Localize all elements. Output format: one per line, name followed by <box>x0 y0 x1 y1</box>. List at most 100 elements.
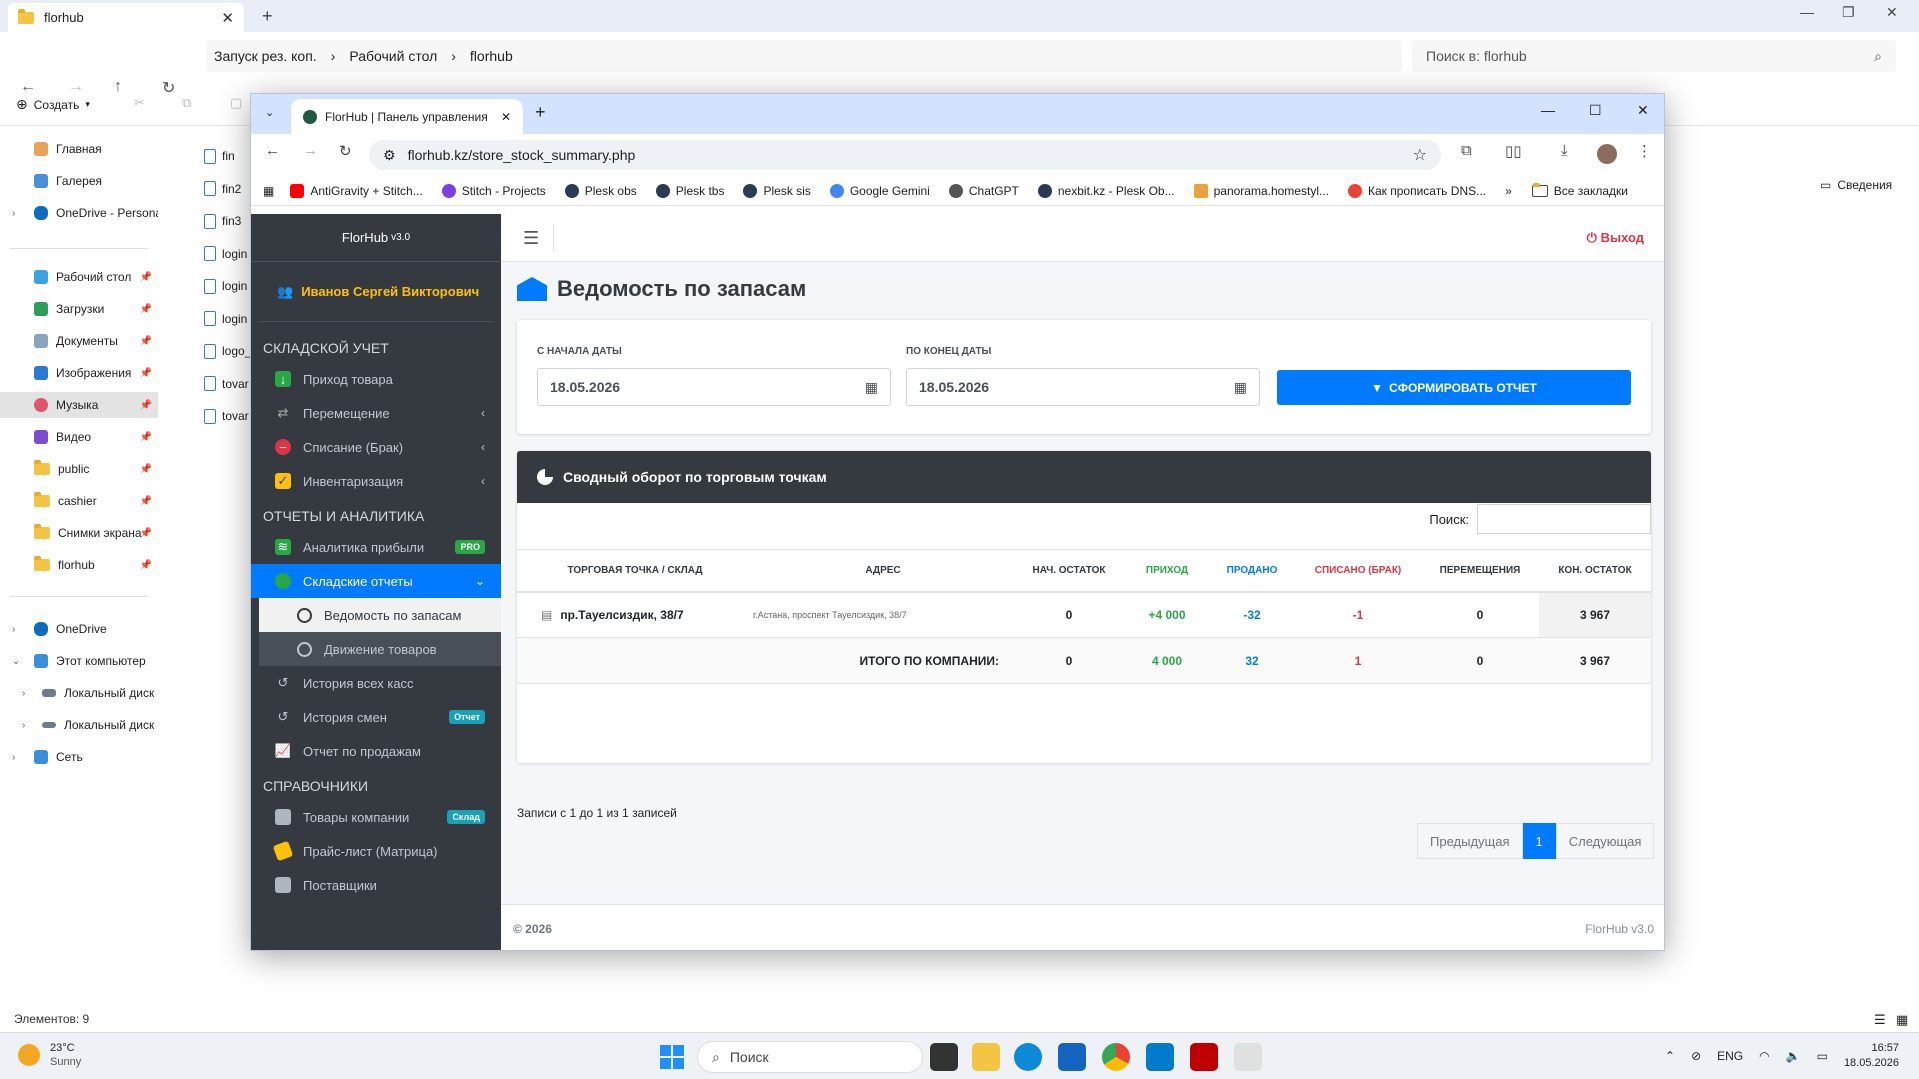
nav-item-writeoff[interactable]: − Списание (Брак) ‹ <box>251 430 501 464</box>
chevron-up-icon[interactable]: ⌃ <box>1665 1049 1675 1063</box>
sidebar-item-onedrive[interactable]: › OneDrive <box>0 616 158 642</box>
nav-item-cash-history[interactable]: ↺ История всех касс <box>251 666 501 700</box>
sidebar-item-home[interactable]: Главная <box>0 136 158 162</box>
grid-view-icon[interactable]: ▦ <box>1896 1012 1908 1028</box>
minimize-icon[interactable]: — <box>1800 4 1814 20</box>
bookmark-item[interactable]: AntiGravity + Stitch... <box>290 183 423 198</box>
vscode-icon[interactable] <box>1146 1043 1174 1071</box>
sidebar-item-downloads[interactable]: Загрузки 📌 <box>0 296 158 322</box>
nav-item-stock-summary[interactable]: Ведомость по запасам <box>259 598 501 632</box>
bookmark-item[interactable]: Plesk sis <box>743 183 811 198</box>
bookmark-item[interactable]: Google Gemini <box>829 183 930 198</box>
explorer-search-input[interactable]: Поиск в: florhub ⌕ <box>1412 40 1896 72</box>
breadcrumb-item[interactable]: Запуск рез. коп. <box>214 48 317 64</box>
nav-item-profit[interactable]: ≋ Аналитика прибыли PRO <box>251 530 501 564</box>
cut-icon[interactable]: ✂ <box>134 95 145 111</box>
store-icon[interactable] <box>1058 1043 1086 1071</box>
clock[interactable]: 16:57 18.05.2026 <box>1844 1041 1899 1071</box>
start-button[interactable] <box>660 1045 684 1069</box>
reading-mode-icon[interactable]: ▯▯ <box>1505 142 1522 160</box>
pagination-page[interactable]: 1 <box>1522 823 1556 859</box>
site-info-icon[interactable]: ⚙ <box>383 147 396 164</box>
nav-item-move[interactable]: ⇄ Перемещение ‹ <box>251 396 501 430</box>
file-item[interactable]: fin <box>204 140 251 173</box>
extensions-icon[interactable]: ⧉ <box>1461 142 1472 159</box>
column-header-end-balance[interactable]: КОН. ОСТАТОК <box>1539 549 1651 593</box>
nav-item-suppliers[interactable]: Поставщики <box>251 868 501 902</box>
sidebar-item-florhub[interactable]: florhub 📌 <box>0 552 158 578</box>
chrome-icon[interactable] <box>1102 1043 1130 1071</box>
sidebar-item-pictures[interactable]: Изображения 📌 <box>0 360 158 386</box>
calendar-icon[interactable]: ▦ <box>865 379 878 396</box>
file-item[interactable]: login <box>204 270 251 303</box>
file-item[interactable]: logo_ <box>204 335 251 368</box>
menu-kebab-icon[interactable]: ⋮ <box>1637 142 1652 160</box>
column-header-income[interactable]: ПРИХОД <box>1125 549 1209 593</box>
close-window-icon[interactable]: ✕ <box>1886 4 1898 21</box>
file-item[interactable]: login <box>204 238 251 271</box>
breadcrumb-item[interactable]: Рабочий стол <box>349 48 437 64</box>
nav-item-price-list[interactable]: Прайс-лист (Матрица) <box>251 834 501 868</box>
sidebar-item-videos[interactable]: Видео 📌 <box>0 424 158 450</box>
bookmark-item[interactable]: panorama.homestyl... <box>1193 183 1329 198</box>
forward-arrow-icon[interactable]: → <box>303 142 318 159</box>
file-item[interactable]: tovar <box>204 400 251 433</box>
list-view-icon[interactable]: ☰ <box>1874 1012 1886 1028</box>
sidebar-item-onedrive-personal[interactable]: › OneDrive - Persona <box>0 200 158 226</box>
network-off-icon[interactable]: ⊘ <box>1691 1049 1701 1063</box>
download-icon[interactable]: ⤓ <box>1561 142 1568 159</box>
pagination-prev[interactable]: Предыдущая <box>1417 823 1523 859</box>
sidebar-item-screenshots[interactable]: Снимки экрана 📌 <box>0 520 158 546</box>
sidebar-item-music[interactable]: Музыка 📌 <box>0 392 158 418</box>
nav-item-stock-reports[interactable]: Складские отчеты ⌄ <box>251 564 501 598</box>
reload-icon[interactable]: ↻ <box>339 142 352 160</box>
bookmark-item[interactable]: Stitch - Projects <box>441 183 546 198</box>
copy-icon[interactable]: ⧉ <box>182 95 191 111</box>
file-item[interactable]: fin2 <box>204 173 251 206</box>
nav-item-income[interactable]: ↓ Приход товара <box>251 362 501 396</box>
browser-tab-active[interactable]: FlorHub | Панель управления ✕ <box>291 99 523 134</box>
details-button[interactable]: ▭ Сведения <box>1820 178 1892 192</box>
hamburger-menu-icon[interactable]: ☰ <box>523 228 539 249</box>
file-item[interactable]: fin3 <box>204 205 251 238</box>
volume-icon[interactable]: 🔈 <box>1786 1049 1801 1063</box>
date-to-input[interactable]: 18.05.2026 ▦ <box>906 368 1260 406</box>
sidebar-item-this-pc[interactable]: ⌄ Этот компьютер <box>0 648 158 674</box>
sidebar-item-public[interactable]: public 📌 <box>0 456 158 482</box>
bookmark-item[interactable]: nexbit.kz - Plesk Ob... <box>1037 183 1175 198</box>
task-view-icon[interactable] <box>930 1043 958 1071</box>
calendar-icon[interactable]: ▦ <box>1234 379 1247 396</box>
more-bookmarks-chevron-icon[interactable]: » <box>1505 184 1512 198</box>
nav-item-company-goods[interactable]: Товары компании Склад <box>251 800 501 834</box>
new-tab-button[interactable]: + <box>535 102 546 123</box>
sidebar-item-cashier[interactable]: cashier 📌 <box>0 488 158 514</box>
sidebar-item-network[interactable]: › Сеть <box>0 744 158 770</box>
nav-item-inventory[interactable]: ✓ Инвентаризация ‹ <box>251 464 501 498</box>
snipping-tool-icon[interactable] <box>1234 1043 1262 1071</box>
language-indicator[interactable]: ENG <box>1717 1049 1743 1063</box>
column-header-sold[interactable]: ПРОДАНО <box>1209 549 1295 593</box>
bookmark-item[interactable]: Plesk tbs <box>655 183 724 198</box>
bookmark-item[interactable]: Plesk obs <box>564 183 637 198</box>
file-item[interactable]: login <box>204 303 251 336</box>
column-header-address[interactable]: АДРЕС <box>753 549 1013 593</box>
nav-item-sales-report[interactable]: 📈 Отчет по продажам <box>251 734 501 768</box>
all-bookmarks-button[interactable]: Все закладки <box>1531 182 1628 198</box>
weather-widget[interactable]: 23°C Sunny <box>18 1041 81 1069</box>
filezilla-icon[interactable] <box>1190 1043 1218 1071</box>
column-header-start-balance[interactable]: НАЧ. ОСТАТОК <box>1013 549 1125 593</box>
nav-item-shift-history[interactable]: ↺ История смен Отчет <box>251 700 501 734</box>
column-header-moves[interactable]: ПЕРЕМЕЩЕНИЯ <box>1421 549 1539 593</box>
pagination-next[interactable]: Следующая <box>1555 823 1655 859</box>
apps-grid-icon[interactable]: ▦ <box>263 184 274 198</box>
battery-icon[interactable]: ▭ <box>1817 1049 1828 1063</box>
file-explorer-icon[interactable] <box>972 1043 1000 1071</box>
nav-item-goods-movement[interactable]: Движение товаров <box>259 632 501 666</box>
column-header-store[interactable]: ТОРГОВАЯ ТОЧКА / СКЛАД <box>517 549 753 593</box>
close-tab-icon[interactable]: ✕ <box>501 110 511 124</box>
table-search-input[interactable] <box>1477 504 1651 534</box>
column-header-writeoff[interactable]: СПИСАНО (БРАК) <box>1295 549 1421 593</box>
breadcrumb-item[interactable]: florhub <box>470 48 513 64</box>
wifi-icon[interactable]: ◠ <box>1759 1049 1769 1063</box>
close-tab-icon[interactable]: ✕ <box>221 9 234 27</box>
